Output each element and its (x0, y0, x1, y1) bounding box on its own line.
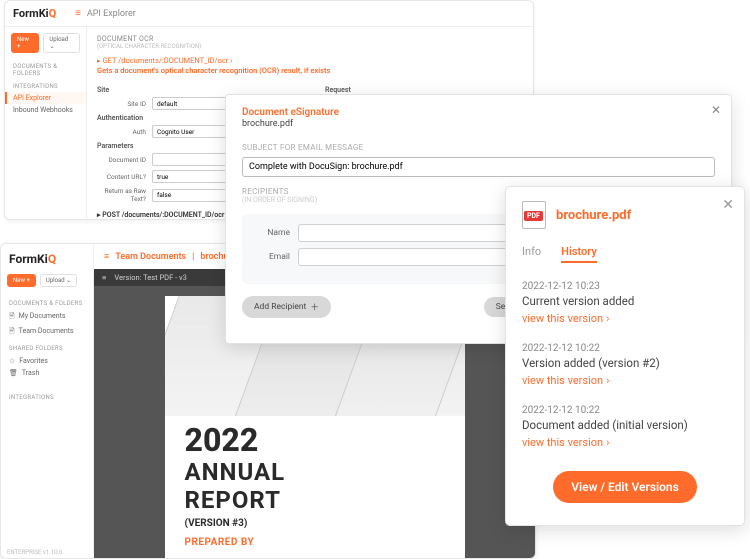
view-version-link[interactable]: view this version› (522, 312, 609, 325)
sidebar-heading: INTEGRATIONS (1, 389, 93, 404)
modal-title: Document eSignature (242, 107, 715, 118)
doc-year: 2022 (185, 424, 445, 456)
history-entry: 2022-12-12 10:23 Current version added v… (522, 281, 728, 325)
subject-input[interactable] (242, 157, 715, 177)
sidebar-item-api-explorer[interactable]: API Explorer (5, 92, 86, 104)
endpoint-link[interactable]: ▸GET /documents/:DOCUMENT_ID/ocr › (97, 56, 523, 65)
section-title: DOCUMENT OCR (97, 35, 523, 43)
subject-label: SUBJECT FOR EMAIL MESSAGE (242, 143, 715, 152)
chevron-right-icon: › (606, 436, 609, 449)
history-message: Document added (initial version) (522, 418, 728, 432)
footer-version: ENTERPRISE v1.10.0 (7, 549, 62, 556)
api-title: API Explorer (87, 9, 136, 19)
history-filename: brochure.pdf (556, 208, 631, 223)
view-version-link[interactable]: view this version› (522, 436, 609, 449)
close-icon[interactable]: ✕ (722, 197, 734, 213)
tab-history[interactable]: History (561, 245, 597, 263)
menu-icon[interactable]: ≡ (104, 251, 109, 262)
toolbar-menu-icon[interactable]: ≡ (102, 273, 106, 282)
sidebar-item-trash[interactable]: 🗑Trash (1, 367, 93, 379)
pdf-file-icon: PDF (522, 201, 546, 229)
tab-info[interactable]: Info (522, 245, 541, 263)
section-subtitle: (OPTICAL CHARACTER RECOGNITION) (97, 43, 523, 50)
sidebar-heading: SHARED FOLDERS (1, 340, 93, 355)
toolbar-version-label: Version: Test PDF - v3 (114, 273, 187, 282)
plus-icon: ＋ (310, 301, 319, 313)
history-date: 2022-12-12 10:22 (522, 343, 728, 354)
add-recipient-button[interactable]: Add Recipient ＋ (242, 296, 331, 318)
sidebar-heading: INTEGRATIONS (5, 79, 86, 92)
sidebar-heading: DOCUMENTS & FOLDERS (1, 295, 93, 310)
history-message: Current version added (522, 294, 728, 308)
sidebar-item-favorites[interactable]: ☆Favorites (1, 355, 93, 367)
new-button[interactable]: New + (7, 274, 36, 287)
field-section: Site (97, 86, 295, 94)
chevron-right-icon: › (606, 374, 609, 387)
view-version-link[interactable]: view this version› (522, 374, 609, 387)
crumb-root[interactable]: Team Documents (115, 252, 186, 262)
trash-icon: 🗑 (9, 369, 18, 377)
brand-logo: FormKiQ (1, 250, 93, 272)
doc-icon: 🗎 (9, 312, 15, 323)
doc-report: REPORT (185, 486, 445, 514)
sidebar-item-team-docs[interactable]: 🗎Team Documents (1, 325, 93, 340)
doc-sidebar: FormKiQ New + Upload ⌄ DOCUMENTS & FOLDE… (1, 244, 94, 558)
sidebar-heading: DOCUMENTS & FOLDERS (5, 59, 86, 79)
chevron-right-icon: › (606, 312, 609, 325)
doc-prepared-by: PREPARED BY (185, 537, 445, 548)
doc-annual: ANNUAL (185, 458, 445, 486)
request-label: Request (325, 86, 523, 94)
sidebar-item-inbound-webhooks[interactable]: Inbound Webhooks (5, 104, 86, 116)
close-icon[interactable]: ✕ (711, 103, 721, 117)
star-icon: ☆ (9, 357, 15, 365)
doc-icon: 🗎 (9, 327, 15, 338)
history-panel: ✕ PDF brochure.pdf Info History 2022-12-… (505, 186, 745, 526)
history-entry: 2022-12-12 10:22 Document added (initial… (522, 405, 728, 449)
endpoint-desc: Gets a document's optical character reco… (97, 66, 523, 75)
view-edit-versions-button[interactable]: View / Edit Versions (553, 471, 697, 503)
history-date: 2022-12-12 10:23 (522, 281, 728, 292)
upload-button[interactable]: Upload ⌄ (43, 33, 80, 53)
menu-icon[interactable]: ≡ (75, 8, 81, 19)
history-message: Version added (version #2) (522, 356, 728, 370)
api-sidebar: New + Upload ⌄ DOCUMENTS & FOLDERS INTEG… (5, 27, 87, 220)
upload-button[interactable]: Upload ⌄ (40, 274, 77, 287)
new-button[interactable]: New + (11, 33, 39, 53)
history-entry: 2022-12-12 10:22 Version added (version … (522, 343, 728, 387)
history-date: 2022-12-12 10:22 (522, 405, 728, 416)
doc-version: (VERSION #3) (185, 518, 445, 529)
sidebar-item-my-docs[interactable]: 🗎My Documents (1, 310, 93, 325)
api-title-bar: ≡ API Explorer (75, 1, 533, 26)
brand-logo: FormKiQ (5, 1, 75, 26)
modal-filename: brochure.pdf (242, 119, 715, 129)
